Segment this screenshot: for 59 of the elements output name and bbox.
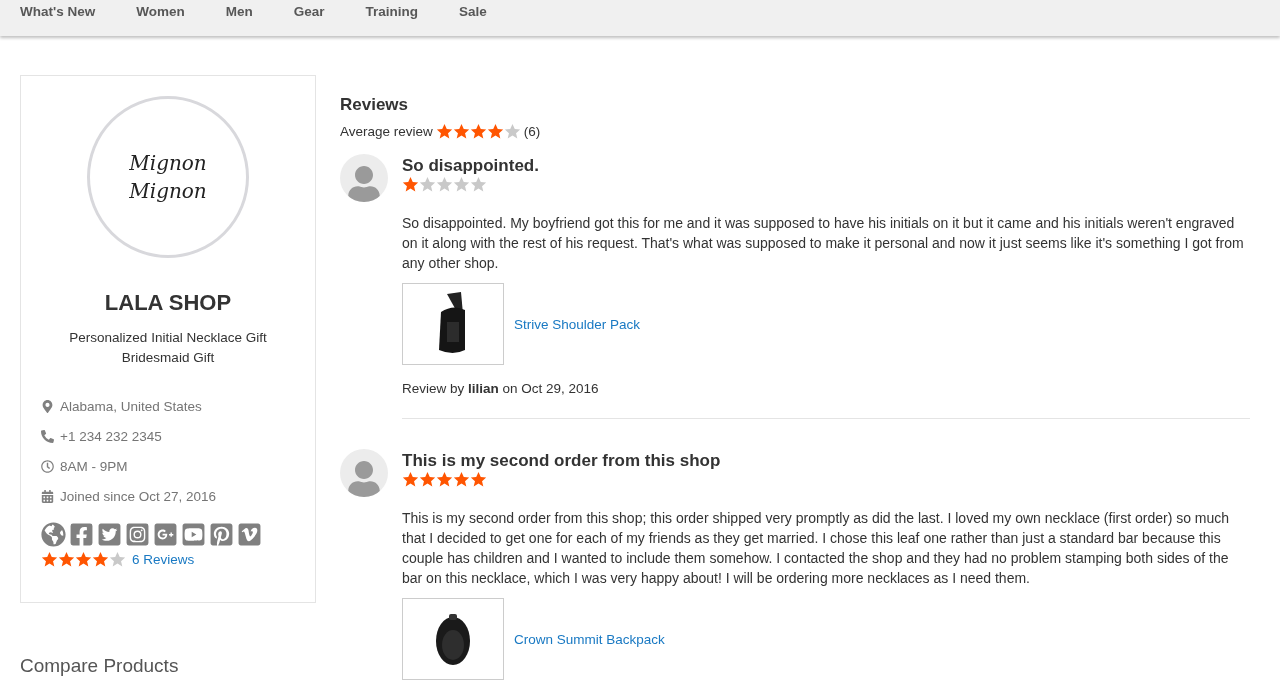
star-icon: [419, 471, 436, 488]
shop-name: LALA SHOP: [104, 290, 232, 316]
star-icon: [470, 471, 487, 488]
shop-info-text: Joined since Oct 27, 2016: [60, 488, 217, 504]
facebook-icon[interactable]: [69, 522, 94, 547]
twitter-icon[interactable]: [97, 522, 122, 547]
avatar-icon: [340, 449, 388, 497]
calendar-icon: [41, 489, 54, 503]
product-link[interactable]: Strive Shoulder Pack: [514, 316, 641, 332]
star-icon: [503, 123, 521, 140]
reviews-link[interactable]: 6 Reviews: [132, 551, 195, 567]
phone-icon: [41, 429, 54, 443]
map-pin-icon: [41, 399, 54, 413]
star-icon: [402, 471, 419, 488]
star-icon: [435, 123, 453, 140]
clock-icon: [41, 459, 54, 473]
star-icon: [75, 550, 92, 568]
nav-link[interactable]: Sale: [459, 4, 487, 19]
nav-link[interactable]: Women: [136, 4, 185, 19]
star-icon: [453, 471, 470, 488]
shop-info-text: 8AM - 9PM: [60, 458, 128, 474]
youtube-icon[interactable]: [181, 522, 206, 547]
review-text: This is my second order from this shop; this order shipped very promptly as did the last. I loved my own necklace (first order) so much that I decided to get one for each of my friends as they get married. I chose this leaf one rather than just a standard bar because this couple has children and I wanted to include them somehow. I contacted the shop and they had no problem stamping both sides of the bar on this necklace, which I was very happy about! I will be ordering more necklaces as I need them.: [402, 509, 1231, 588]
star-icon: [436, 471, 453, 488]
google-plus-icon[interactable]: [153, 522, 178, 547]
review-title: This is my second order from this shop: [402, 451, 721, 471]
reviews-heading: Reviews: [340, 95, 410, 115]
star-icon: [436, 176, 453, 193]
star-icon: [452, 123, 470, 140]
shop-info-text: +1 234 232 2345: [60, 428, 162, 444]
review-text: So disappointed. My boyfriend got this for me and it was supposed to have his initials on it but it came and his initials weren't engraved on it along with the rest of his request. That's what was supposed to make it personal and now it just seems like it's something I got from any other shop.: [402, 214, 1245, 273]
review-title: So disappointed.: [402, 156, 539, 176]
star-icon: [109, 550, 126, 568]
nav-link[interactable]: Training: [365, 4, 419, 19]
product-link[interactable]: Crown Summit Backpack: [514, 631, 665, 647]
star-icon: [41, 550, 58, 568]
star-icon: [58, 550, 75, 568]
globe-icon[interactable]: [41, 522, 66, 547]
avatar-icon: [340, 154, 388, 202]
review-byline: Review by lilian on Oct 29, 2016: [402, 381, 599, 396]
star-icon: [402, 176, 419, 193]
review-count: (6): [523, 124, 541, 139]
nav-link[interactable]: What's New: [20, 4, 96, 19]
average-review-label: Average review: [340, 124, 433, 139]
star-icon: [470, 176, 487, 193]
nav-link[interactable]: Gear: [293, 4, 325, 19]
star-icon: [486, 123, 504, 140]
compare-products-heading: Compare Products: [20, 655, 180, 677]
pinterest-icon[interactable]: [209, 522, 234, 547]
shop-tagline: Personalized Initial Necklace Gift Bridesmaid Gift: [68, 329, 268, 367]
shop-logo: Mignon Mignon: [87, 96, 249, 258]
nav-link[interactable]: Men: [225, 4, 253, 19]
star-icon: [92, 550, 109, 568]
star-icon: [469, 123, 487, 140]
star-icon: [453, 176, 470, 193]
shop-info-text: Alabama, United States: [60, 398, 202, 414]
vimeo-icon[interactable]: [237, 522, 262, 547]
star-icon: [419, 176, 436, 193]
instagram-icon[interactable]: [125, 522, 150, 547]
